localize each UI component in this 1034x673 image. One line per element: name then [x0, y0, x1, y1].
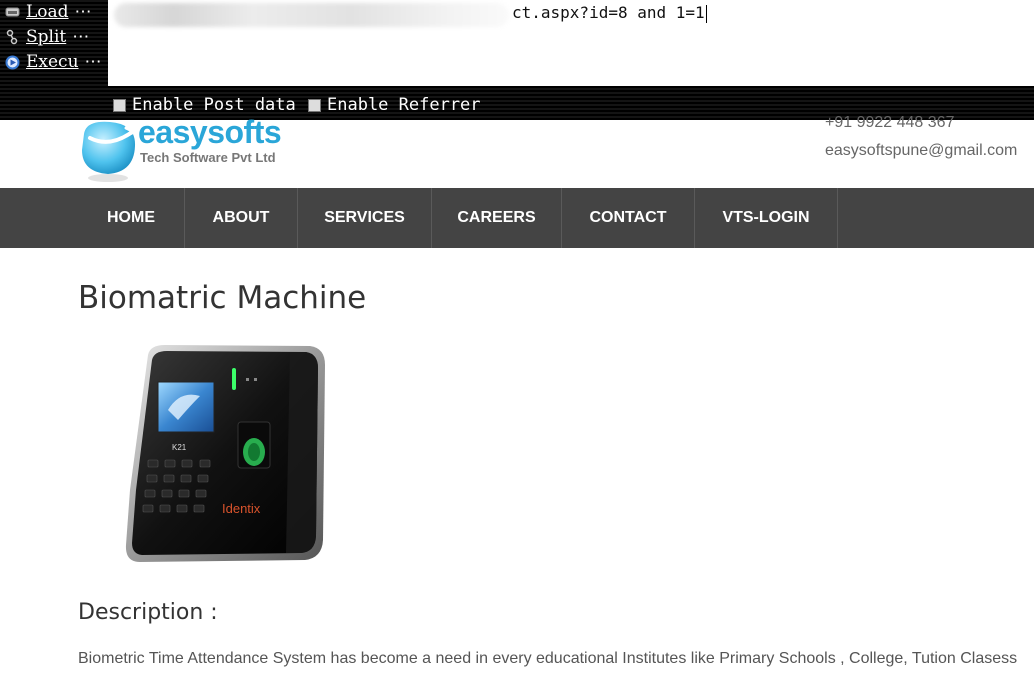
url-textarea[interactable]: ct.aspx?id=8 and 1=1	[108, 0, 1034, 86]
split-url-button[interactable]: Split ⋯	[4, 25, 89, 49]
nav-vts-login[interactable]: VTS-LOGIN	[695, 188, 838, 248]
load-url-button[interactable]: Load ⋯	[4, 0, 92, 24]
enable-referrer-checkbox[interactable]: Enable Referrer	[308, 95, 481, 115]
description-heading: Description :	[78, 600, 218, 625]
checkbox-box[interactable]	[113, 98, 126, 112]
nav-careers[interactable]: CAREERS	[432, 188, 562, 248]
nav-about[interactable]: ABOUT	[185, 188, 298, 248]
redacted-url-part	[114, 3, 509, 27]
url-text: ct.aspx?id=8 and 1=1	[512, 3, 707, 23]
hackbar-actions: Load ⋯ Split ⋯ Execu ⋯	[0, 0, 108, 86]
load-url-icon	[4, 4, 20, 20]
logo-drop-icon	[82, 121, 138, 182]
nav-home[interactable]: HOME	[78, 188, 185, 248]
execute-icon	[4, 54, 20, 70]
svg-text:Identix: Identix	[222, 501, 261, 516]
svg-text:K21: K21	[172, 443, 187, 452]
main-navigation: HOME ABOUT SERVICES CAREERS CONTACT VTS-…	[0, 188, 1034, 248]
hackbar-toolbar: Load ⋯ Split ⋯ Execu ⋯ ct.aspx?id=8 and …	[0, 0, 1034, 120]
nav-services[interactable]: SERVICES	[298, 188, 432, 248]
product-image: K21 Identix	[120, 340, 335, 570]
page-title: Biomatric Machine	[78, 280, 367, 316]
site-header: easysofts Tech Software Pvt Ltd +91 9922…	[0, 114, 1034, 188]
contact-phone: +91 9922 448 367	[825, 114, 955, 131]
enable-post-checkbox[interactable]: Enable Post data	[113, 95, 296, 115]
description-text: Biometric Time Attendance System has bec…	[78, 650, 1018, 667]
site-logo[interactable]: easysofts Tech Software Pvt Ltd	[80, 114, 320, 184]
checkbox-box[interactable]	[308, 98, 321, 112]
nav-contact[interactable]: CONTACT	[562, 188, 695, 248]
contact-email[interactable]: easysoftspune@gmail.com	[825, 142, 1017, 160]
split-url-icon	[4, 29, 20, 45]
execute-button[interactable]: Execu ⋯	[4, 50, 102, 74]
